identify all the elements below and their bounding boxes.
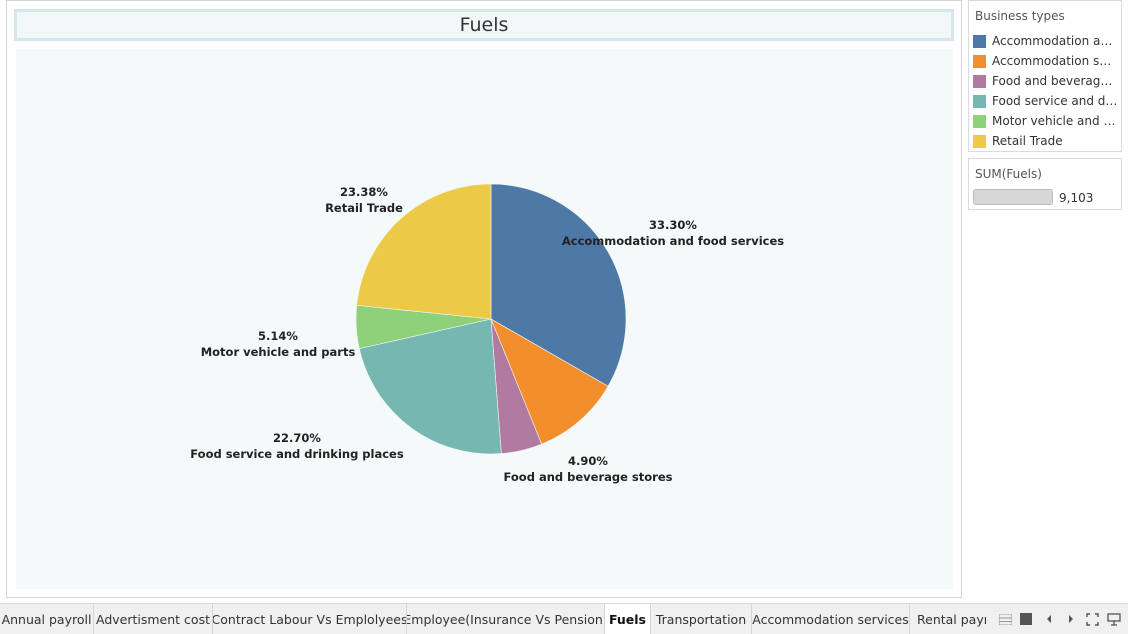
pie-category-label: Retail Trade <box>325 201 403 215</box>
legend-item-motor-vehicle[interactable]: Motor vehicle and pa.. <box>973 112 1119 130</box>
legend-label: Accommodation and .. <box>992 34 1118 48</box>
legend-title: Business types <box>975 9 1065 23</box>
pie-percent-label: 5.14% <box>258 329 298 343</box>
pie-percent-label: 22.70% <box>273 431 321 445</box>
pie-category-label: Accommodation and food services <box>562 234 784 248</box>
legend-label: Retail Trade <box>992 134 1063 148</box>
size-legend: SUM(Fuels) 9,103 <box>968 158 1122 210</box>
legend-item-accommodation-services[interactable]: Accommodation serv.. <box>973 52 1119 70</box>
pie-category-label: Motor vehicle and parts <box>201 345 356 359</box>
grid-view-icon[interactable] <box>998 612 1012 626</box>
legend-swatch <box>973 114 986 128</box>
size-legend-title: SUM(Fuels) <box>975 167 1042 181</box>
size-legend-bar <box>973 189 1053 205</box>
next-arrow-icon[interactable] <box>1064 612 1078 626</box>
legend-swatch <box>973 34 986 48</box>
legend-swatch <box>973 134 986 148</box>
sheet-tab-bar: Annual payroll Advertisment cost Contrac… <box>0 603 1128 634</box>
previous-arrow-icon[interactable] <box>1042 612 1056 626</box>
legend-item-food-and-beverage[interactable]: Food and beverage s.. <box>973 72 1119 90</box>
legend-item-retail-trade[interactable]: Retail Trade <box>973 132 1119 150</box>
pie-percent-label: 23.38% <box>340 185 388 199</box>
pie-percent-label: 33.30% <box>649 218 697 232</box>
pie-percent-label: 4.90% <box>568 454 608 468</box>
tab-rental-payment[interactable]: Rental paym <box>910 604 986 634</box>
chart-area[interactable]: 33.30% Accommodation and food services 4.9… <box>16 49 953 589</box>
tab-annual-payroll[interactable]: Annual payroll <box>0 604 94 634</box>
tab-transportation[interactable]: Transportation <box>651 604 752 634</box>
legend-label: Motor vehicle and pa.. <box>992 114 1118 128</box>
tab-accommodation-services[interactable]: Accommodation services <box>752 604 910 634</box>
chart-title: Fuels <box>14 9 954 41</box>
legend-item-accommodation-and-food[interactable]: Accommodation and .. <box>973 32 1119 50</box>
pie-category-label: Food service and drinking places <box>190 447 404 461</box>
legend-label: Accommodation serv.. <box>992 54 1118 68</box>
pie-chart[interactable]: 33.30% Accommodation and food services 4.9… <box>16 49 953 589</box>
square-view-icon[interactable] <box>1019 612 1033 626</box>
pie-category-label: Food and beverage stores <box>504 470 673 484</box>
presentation-icon[interactable] <box>1107 612 1121 626</box>
dashboard-pane: Fuels 33.30% Accommodation and food servi… <box>6 0 962 598</box>
tab-fuels[interactable]: Fuels <box>605 604 651 634</box>
tab-employee-insurance[interactable]: Employee(Insurance Vs Pension) <box>407 604 605 634</box>
color-legend: Business types Accommodation and .. Acco… <box>968 0 1122 152</box>
legend-swatch <box>973 74 986 88</box>
legend-swatch <box>973 54 986 68</box>
legend-swatch <box>973 94 986 108</box>
tab-contract-labour[interactable]: Contract Labour Vs Emplolyees <box>213 604 407 634</box>
fullscreen-icon[interactable] <box>1085 612 1099 626</box>
tab-advertisment-cost[interactable]: Advertisment cost <box>94 604 213 634</box>
legend-label: Food service and dri.. <box>992 94 1118 108</box>
size-legend-value: 9,103 <box>1059 191 1094 205</box>
legend-item-food-service[interactable]: Food service and dri.. <box>973 92 1119 110</box>
legend-label: Food and beverage s.. <box>992 74 1118 88</box>
